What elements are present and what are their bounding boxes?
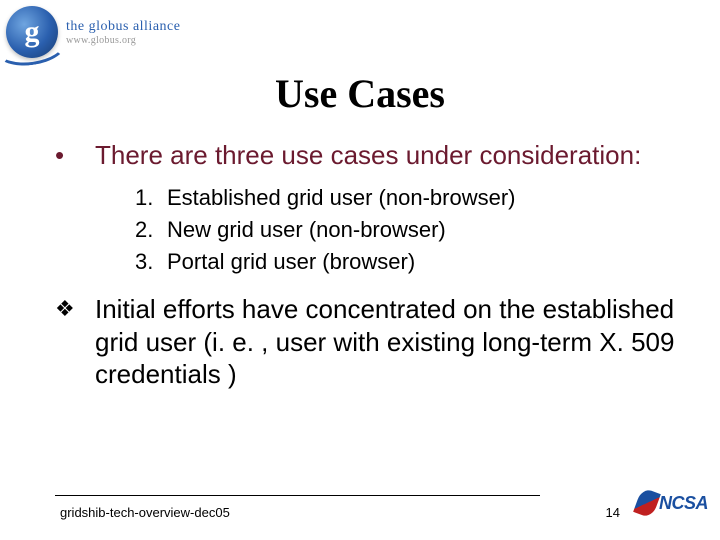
diamond-bullet: ❖ Initial efforts have concentrated on t… xyxy=(55,293,680,391)
list-number: 1. xyxy=(135,185,167,211)
page-number: 14 xyxy=(606,505,620,520)
list-item: 2. New grid user (non-browser) xyxy=(135,217,680,243)
list-item: 3. Portal grid user (browser) xyxy=(135,249,680,275)
list-text: Established grid user (non-browser) xyxy=(167,185,516,211)
main-bullet-text: There are three use cases under consider… xyxy=(95,140,641,171)
numbered-list: 1. Established grid user (non-browser) 2… xyxy=(135,185,680,275)
diamond-text: Initial efforts have concentrated on the… xyxy=(95,293,680,391)
globus-title: the globus alliance xyxy=(66,19,180,35)
slide-body: • There are three use cases under consid… xyxy=(55,140,680,391)
list-item: 1. Established grid user (non-browser) xyxy=(135,185,680,211)
ncsa-text: NCSA xyxy=(659,493,708,514)
globus-text-block: the globus alliance www.globus.org xyxy=(66,19,180,46)
globus-letter: g xyxy=(25,15,40,49)
slide: g the globus alliance www.globus.org Use… xyxy=(0,0,720,540)
globus-url: www.globus.org xyxy=(66,35,180,46)
ncsa-swoosh-icon xyxy=(637,490,657,516)
footer-left: gridshib-tech-overview-dec05 xyxy=(60,505,230,520)
list-text: Portal grid user (browser) xyxy=(167,249,415,275)
footer-divider xyxy=(55,495,540,496)
slide-title: Use Cases xyxy=(0,70,720,117)
list-number: 3. xyxy=(135,249,167,275)
diamond-icon: ❖ xyxy=(55,293,95,391)
main-bullet: • There are three use cases under consid… xyxy=(55,140,680,171)
list-text: New grid user (non-browser) xyxy=(167,217,446,243)
globus-orb-icon: g xyxy=(6,6,58,58)
globus-logo: g the globus alliance www.globus.org xyxy=(6,6,180,58)
ncsa-logo: NCSA xyxy=(637,490,708,516)
list-number: 2. xyxy=(135,217,167,243)
bullet-dot-icon: • xyxy=(55,140,95,171)
